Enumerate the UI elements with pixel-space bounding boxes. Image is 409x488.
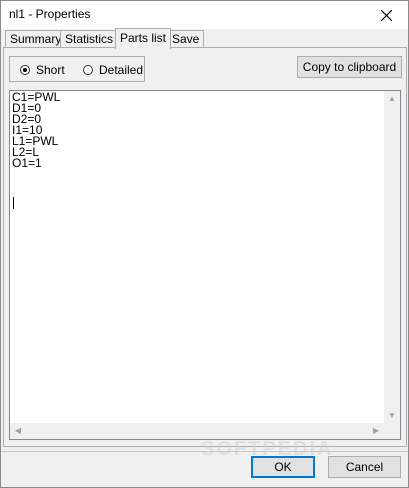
tab-summary[interactable]: Summary	[5, 30, 67, 48]
title-bar: nl1 - Properties	[1, 1, 408, 29]
radio-unselected-icon	[83, 65, 93, 75]
tab-parts-list[interactable]: Parts list	[115, 28, 172, 49]
scroll-corner	[384, 423, 400, 439]
scroll-left-icon[interactable]: ◀	[10, 423, 26, 439]
scroll-right-icon[interactable]: ▶	[368, 423, 384, 439]
divider	[1, 451, 408, 452]
radio-selected-icon	[20, 65, 30, 75]
close-button[interactable]	[364, 1, 408, 29]
parts-list-text: C1=PWL D1=0 D2=0 I1=10 L1=PWL L2=L O1=1	[12, 90, 61, 170]
properties-window: nl1 - Properties Summary Statistics Part…	[0, 0, 409, 488]
tab-strip: Summary Statistics Parts list Save	[3, 28, 403, 49]
view-mode-group: Short Detailed	[9, 56, 145, 82]
close-icon	[380, 9, 392, 21]
scroll-down-icon[interactable]: ▼	[384, 408, 400, 424]
scroll-up-icon[interactable]: ▲	[384, 91, 400, 107]
ok-button[interactable]: OK	[251, 456, 315, 478]
copy-to-clipboard-button[interactable]: Copy to clipboard	[297, 56, 402, 78]
short-label: Short	[36, 63, 65, 77]
short-radio[interactable]: Short	[20, 63, 65, 77]
horizontal-scrollbar[interactable]: ◀ ▶	[10, 423, 384, 439]
vertical-scrollbar[interactable]: ▲ ▼	[384, 91, 400, 424]
detailed-radio[interactable]: Detailed	[83, 63, 143, 77]
tab-save[interactable]: Save	[167, 30, 205, 48]
text-caret	[13, 197, 14, 209]
detailed-label: Detailed	[99, 63, 144, 77]
tab-statistics[interactable]: Statistics	[60, 30, 119, 48]
tab-panel: Short Detailed Copy to clipboard C1=PWL …	[3, 47, 407, 447]
window-title: nl1 - Properties	[9, 7, 91, 21]
cancel-button[interactable]: Cancel	[328, 456, 401, 478]
parts-list-textarea[interactable]: C1=PWL D1=0 D2=0 I1=10 L1=PWL L2=L O1=1 …	[9, 90, 401, 440]
